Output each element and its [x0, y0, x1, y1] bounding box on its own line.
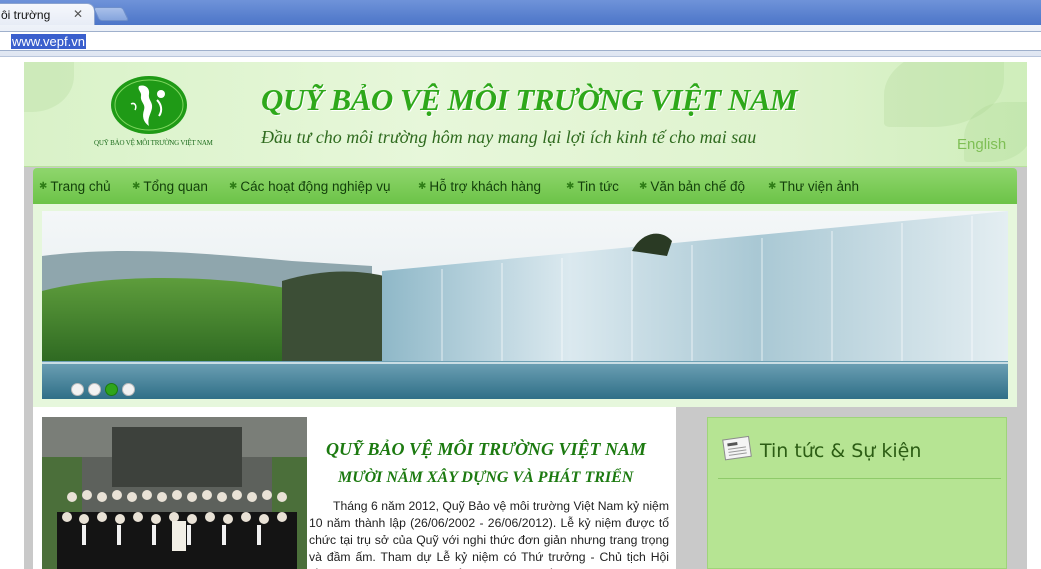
nav-item-label: Trang chủ [50, 178, 111, 194]
nav-item-van-ban[interactable]: ✱ Văn bản chế độ [639, 168, 745, 204]
nav-item-hoat-dong[interactable]: ✱ Các hoạt động nghiệp vụ [229, 168, 391, 204]
main-nav: ✱ Trang chủ ✱ Tổng quan ✱ Các hoạt động … [33, 168, 1017, 204]
leaf-decoration [24, 62, 74, 112]
site-container: QUỸ BẢO VỆ MÔI TRƯỜNG VIỆT NAM QUỸ BẢO V… [24, 62, 1027, 569]
news-events-title[interactable]: Tin tức & Sự kiện [760, 440, 921, 462]
address-bar: www.vepf.vn [0, 25, 1041, 57]
leaf-icon: ✱ [768, 180, 777, 192]
slide-dot[interactable] [71, 383, 84, 396]
news-events-box: Tin tức & Sự kiện [707, 417, 1007, 569]
nav-item-ho-tro[interactable]: ✱ Hỗ trợ khách hàng [418, 168, 541, 204]
nav-item-label: Tin tức [577, 178, 619, 194]
tab-title: ôi trường [1, 8, 51, 22]
leaf-icon: ✱ [229, 180, 238, 192]
group-photo-image [42, 417, 307, 569]
nav-item-label: Hỗ trợ khách hàng [429, 178, 542, 194]
site-slogan: Đầu tư cho môi trường hôm nay mang lại l… [261, 127, 757, 147]
slide-image[interactable] [42, 211, 1008, 399]
browser-tabstrip: ôi trường ✕ [0, 0, 1041, 25]
site-header: QUỸ BẢO VỆ MÔI TRƯỜNG VIỆT NAM QUỸ BẢO V… [24, 62, 1027, 167]
close-icon[interactable]: ✕ [73, 7, 83, 21]
leaf-icon: ✱ [639, 180, 648, 192]
leaf-icon: ✱ [566, 180, 575, 192]
page-viewport: QUỸ BẢO VỆ MÔI TRƯỜNG VIỆT NAM QUỸ BẢO V… [0, 57, 1041, 569]
nav-item-label: Văn bản chế độ [650, 178, 745, 194]
url-text: www.vepf.vn [11, 34, 86, 49]
logo-icon[interactable] [109, 74, 189, 136]
nav-item-label: Các hoạt động nghiệp vụ [240, 178, 391, 194]
logo-caption: QUỸ BẢO VỆ MÔI TRƯỜNG VIỆT NAM [94, 139, 213, 147]
article-body: Tháng 6 năm 2012, Quỹ Bảo vệ môi trường … [309, 499, 669, 569]
nav-item-tong-quan[interactable]: ✱ Tổng quan [132, 168, 208, 204]
article-subtitle: MƯỜI NĂM XÂY DỰNG VÀ PHÁT TRIỂN [338, 469, 634, 486]
main-content: QUỸ BẢO VỆ MÔI TRƯỜNG VIỆT NAM MƯỜI NĂM … [33, 407, 676, 569]
waterfall-image [42, 211, 1008, 399]
url-input[interactable]: www.vepf.vn [0, 31, 1041, 51]
leaf-icon: ✱ [418, 180, 427, 192]
nav-item-tin-tuc[interactable]: ✱ Tin tức [566, 168, 619, 204]
browser-tab[interactable]: ôi trường ✕ [0, 3, 95, 25]
newspaper-icon [722, 435, 752, 461]
slide-dot-active[interactable] [105, 383, 118, 396]
leaf-icon: ✱ [132, 180, 141, 192]
slide-dot[interactable] [88, 383, 101, 396]
nav-item-label: Tổng quan [143, 178, 208, 194]
divider [718, 478, 1001, 479]
nav-item-label: Thư viện ảnh [779, 178, 859, 194]
group-photo[interactable] [42, 417, 307, 569]
site-title: QUỸ BẢO VỆ MÔI TRƯỜNG VIỆT NAM [261, 82, 798, 117]
slideshow [33, 204, 1017, 407]
slide-dots [71, 383, 135, 396]
nav-item-trang-chu[interactable]: ✱ Trang chủ [39, 168, 111, 204]
new-tab-button[interactable] [92, 7, 130, 21]
article-title[interactable]: QUỸ BẢO VỆ MÔI TRƯỜNG VIỆT NAM [326, 439, 646, 460]
nav-item-thu-vien-anh[interactable]: ✱ Thư viện ảnh [768, 168, 859, 204]
slide-dot[interactable] [122, 383, 135, 396]
english-link[interactable]: English [957, 136, 1006, 153]
leaf-icon: ✱ [39, 180, 48, 192]
